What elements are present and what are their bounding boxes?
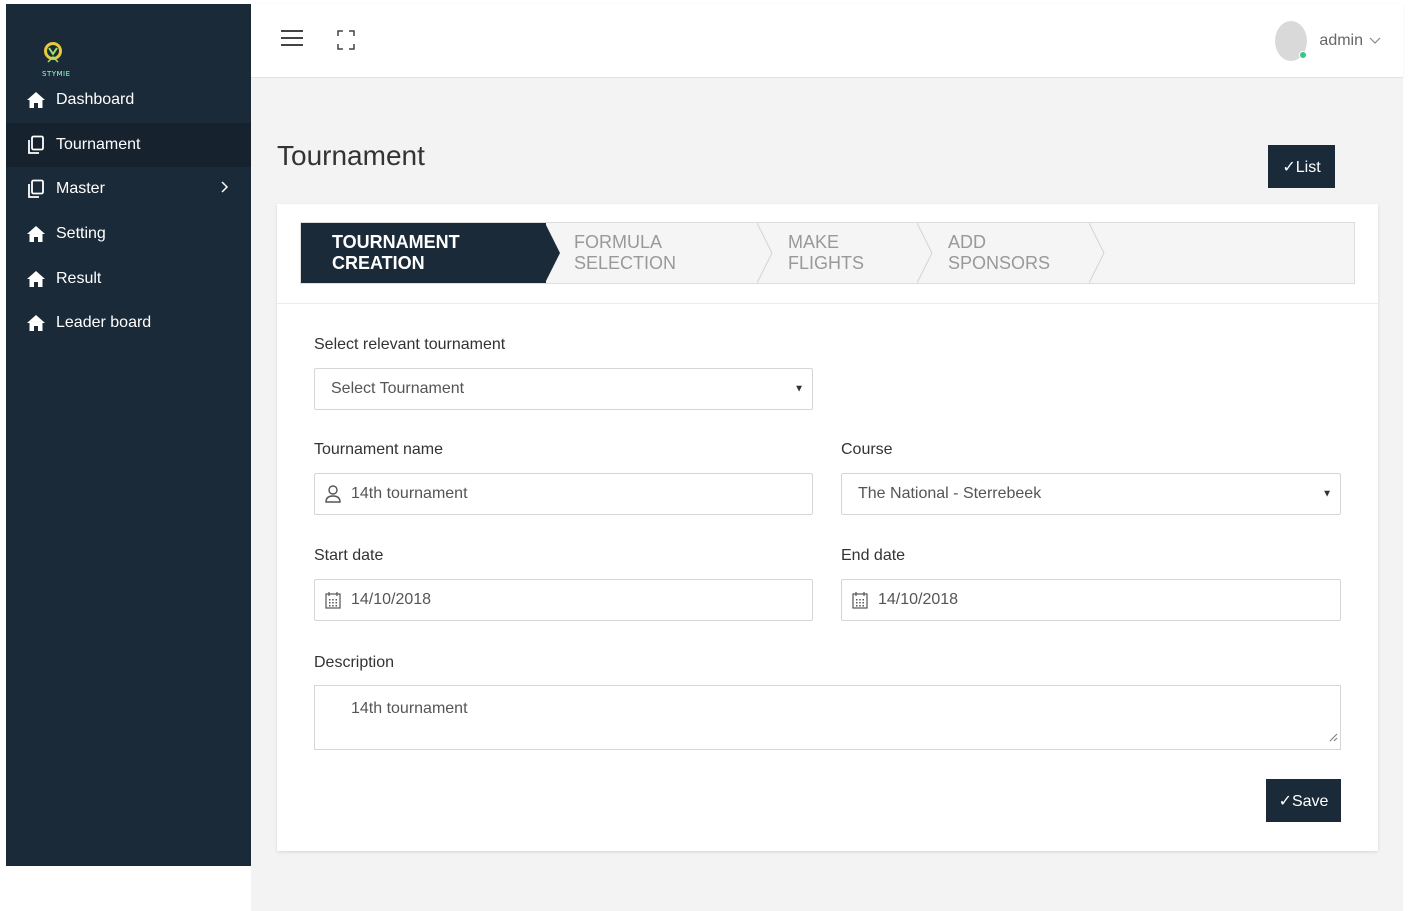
dropdown-caret-icon: ▼ bbox=[794, 383, 804, 395]
wizard-step-label: FORMULA SELECTION bbox=[574, 232, 677, 273]
card-header: TOURNAMENT CREATION FORMULA SELECTION MA… bbox=[277, 204, 1378, 304]
course-label: Course bbox=[841, 441, 893, 458]
wizard-step-tournament-creation[interactable]: TOURNAMENT CREATION bbox=[301, 223, 546, 283]
wizard-step-add-sponsors[interactable]: ADD SPONSORS bbox=[933, 223, 1091, 283]
dropdown-caret-icon: ▼ bbox=[1322, 488, 1332, 500]
tournament-name-label: Tournament name bbox=[314, 441, 443, 458]
logo-text: STYMIE bbox=[42, 70, 71, 78]
end-date-label: End date bbox=[841, 547, 906, 564]
fullscreen-icon[interactable] bbox=[337, 30, 355, 55]
tournament-form-card: TOURNAMENT CREATION FORMULA SELECTION MA… bbox=[277, 204, 1378, 851]
select-tournament-label: Select relevant tournament bbox=[314, 336, 506, 353]
home-icon bbox=[26, 90, 46, 110]
page-title: Tournament bbox=[277, 140, 425, 171]
wizard-steps: TOURNAMENT CREATION FORMULA SELECTION MA… bbox=[300, 222, 1355, 284]
home-icon bbox=[26, 313, 46, 333]
home-icon bbox=[26, 224, 46, 244]
end-date-value: 14/10/2018 bbox=[878, 591, 959, 608]
description-label: Description bbox=[314, 654, 395, 671]
course-dropdown[interactable]: The National - Sterrebeek ▼ bbox=[841, 473, 1341, 515]
save-button[interactable]: ✓Save bbox=[1266, 779, 1341, 822]
tournament-name-value: 14th tournament bbox=[351, 485, 468, 502]
calendar-icon bbox=[325, 591, 343, 609]
wizard-step-label: TOURNAMENT CREATION bbox=[332, 232, 460, 273]
course-value: The National - Sterrebeek bbox=[858, 485, 1042, 502]
wizard-step-label: ADD SPONSORS bbox=[948, 232, 1051, 273]
chevron-right-icon bbox=[221, 180, 229, 198]
logo[interactable]: STYMIE bbox=[6, 4, 251, 80]
sidebar-item-leader-board[interactable]: Leader board bbox=[6, 301, 251, 346]
description-value: 14th tournament bbox=[351, 700, 468, 717]
copy-icon bbox=[26, 179, 46, 199]
resize-handle-icon[interactable] bbox=[1329, 729, 1338, 747]
hamburger-menu-icon[interactable] bbox=[281, 28, 303, 53]
top-bar: admin bbox=[251, 4, 1403, 78]
online-status-dot bbox=[1299, 51, 1308, 59]
start-date-input[interactable]: 14/10/2018 bbox=[314, 579, 813, 621]
start-date-label: Start date bbox=[314, 547, 384, 564]
sidebar: STYMIE Dashboard Tournament Master Setti… bbox=[6, 4, 251, 866]
user-menu[interactable]: admin bbox=[1275, 21, 1381, 61]
list-button[interactable]: ✓List bbox=[1268, 145, 1335, 188]
sidebar-item-label: Master bbox=[56, 180, 105, 198]
description-textarea[interactable]: 14th tournament bbox=[314, 685, 1341, 750]
wizard-step-label: MAKE FLIGHTS bbox=[788, 232, 865, 273]
user-icon bbox=[325, 485, 343, 503]
calendar-icon bbox=[852, 591, 870, 609]
sidebar-item-label: Setting bbox=[56, 225, 106, 243]
sidebar-item-label: Leader board bbox=[56, 314, 152, 332]
avatar bbox=[1275, 21, 1308, 61]
sidebar-item-tournament[interactable]: Tournament bbox=[6, 122, 251, 168]
home-icon bbox=[26, 269, 46, 289]
wizard-step-formula-selection[interactable]: FORMULA SELECTION bbox=[559, 223, 759, 283]
sidebar-item-label: Dashboard bbox=[56, 91, 135, 109]
copy-icon bbox=[26, 135, 46, 155]
sidebar-item-setting[interactable]: Setting bbox=[6, 212, 251, 257]
stymie-logo-icon bbox=[44, 42, 62, 63]
chevron-down-icon bbox=[1369, 32, 1381, 50]
select-tournament-dropdown[interactable]: Select Tournament ▼ bbox=[314, 368, 813, 410]
sidebar-item-dashboard[interactable]: Dashboard bbox=[6, 78, 251, 123]
sidebar-item-master[interactable]: Master bbox=[6, 167, 251, 212]
start-date-value: 14/10/2018 bbox=[351, 591, 432, 608]
end-date-input[interactable]: 14/10/2018 bbox=[841, 579, 1341, 621]
sidebar-item-label: Tournament bbox=[56, 135, 141, 153]
sidebar-item-label: Result bbox=[56, 269, 102, 287]
user-name: admin bbox=[1319, 32, 1363, 49]
select-tournament-value: Select Tournament bbox=[331, 380, 465, 397]
wizard-step-make-flights[interactable]: MAKE FLIGHTS bbox=[773, 223, 913, 283]
tournament-name-input[interactable]: 14th tournament bbox=[314, 473, 813, 515]
sidebar-item-result[interactable]: Result bbox=[6, 256, 251, 301]
